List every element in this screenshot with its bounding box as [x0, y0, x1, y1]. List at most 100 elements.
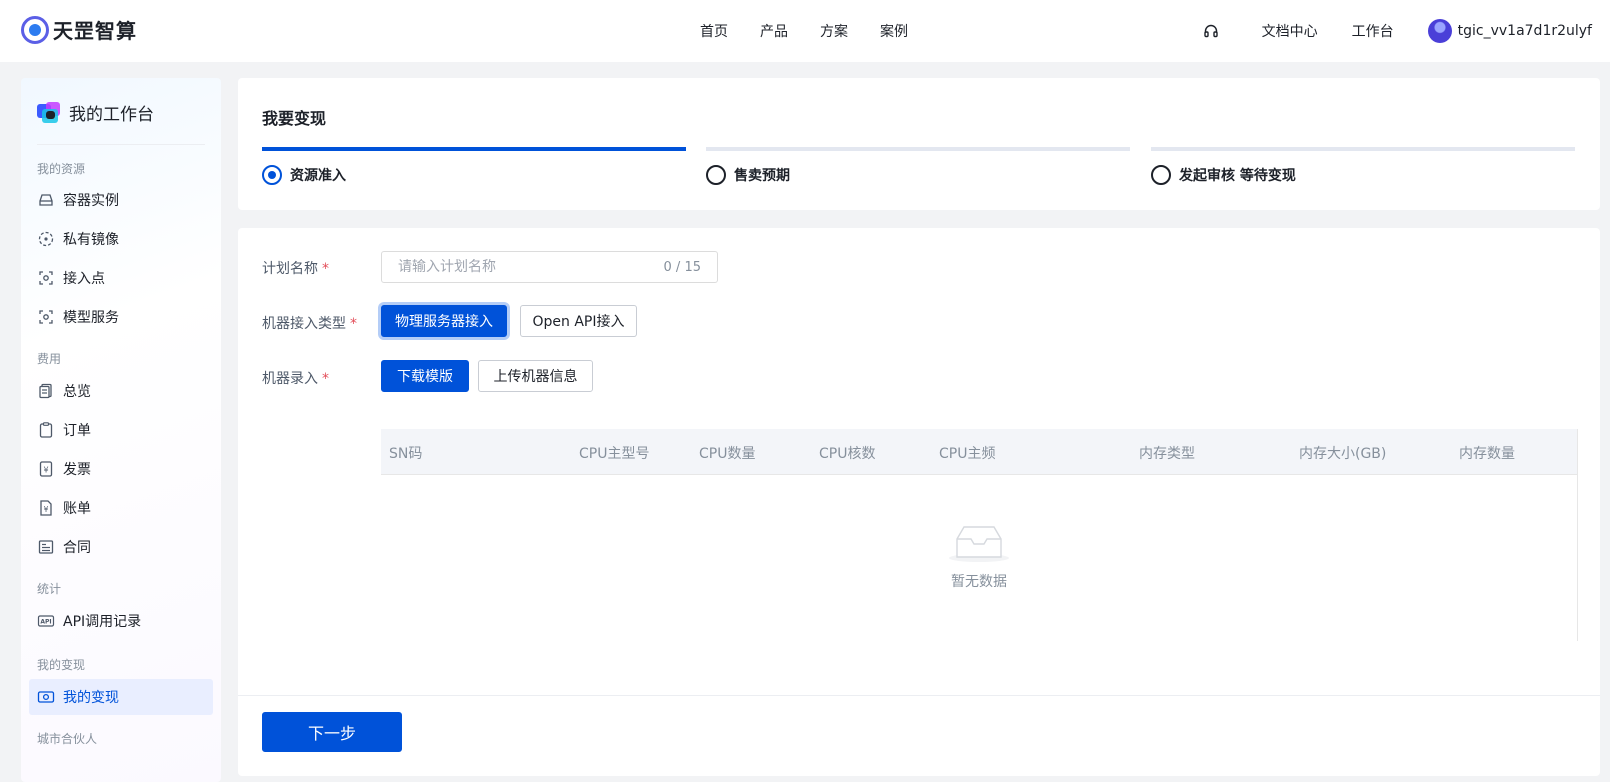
plan-name-field[interactable]: 0 / 15 — [381, 251, 718, 283]
endpoint-icon — [37, 269, 55, 287]
next-step-button[interactable]: 下一步 — [262, 712, 402, 752]
top-navbar: 天罡智算 首页 产品 方案 案例 文档中心 工作台 tgic_vv1a7d1r2… — [0, 0, 1610, 62]
sidebar-group-monetize: 我的变现 — [37, 658, 86, 672]
sidebar-item-api[interactable]: API API调用记录 — [29, 603, 213, 639]
sidebar-item-label: 私有镜像 — [63, 232, 119, 248]
col-mem-count: 内存数量 — [1459, 446, 1515, 462]
empty-state: 暂无数据 — [381, 521, 1577, 591]
inbox-icon — [949, 526, 1009, 562]
main-nav: 首页 产品 方案 案例 — [700, 0, 908, 62]
step-label: 发起审核 等待变现 — [1179, 168, 1296, 184]
sidebar-item-label: 模型服务 — [63, 310, 119, 326]
brand-logo-icon — [21, 15, 49, 44]
machine-entry-label: 机器录入 * — [262, 371, 329, 387]
plan-name-label: 计划名称 * — [262, 261, 329, 277]
headset-icon[interactable] — [1202, 22, 1220, 40]
sidebar-item-label: 合同 — [63, 540, 91, 556]
step-progress-bar — [1151, 147, 1575, 151]
col-cpu-count: CPU数量 — [699, 446, 756, 462]
upload-machine-button[interactable]: 上传机器信息 — [478, 360, 593, 392]
svg-text:API: API — [40, 619, 51, 626]
nav-products[interactable]: 产品 — [760, 21, 788, 41]
open-api-button[interactable]: Open API接入 — [520, 305, 637, 337]
step-resource-admission[interactable]: 资源准入 — [262, 147, 686, 185]
step-radio-icon — [262, 165, 282, 185]
sidebar-item-label: 总览 — [63, 384, 91, 400]
avatar[interactable] — [1427, 19, 1452, 43]
sidebar-item-order[interactable]: 订单 — [29, 412, 213, 448]
bill-icon: ¥ — [37, 499, 55, 517]
overview-icon — [37, 382, 55, 400]
physical-server-button[interactable]: 物理服务器接入 — [381, 305, 507, 337]
col-cpu-cores: CPU核数 — [819, 446, 876, 462]
col-sn: SN码 — [389, 446, 423, 462]
sidebar-item-label: API调用记录 — [63, 614, 142, 630]
step-progress-bar — [706, 147, 1130, 151]
plan-name-input[interactable] — [398, 259, 664, 275]
sidebar-item-label: 接入点 — [63, 271, 105, 287]
sidebar-header: 我的工作台 — [37, 100, 154, 125]
col-mem-type: 内存类型 — [1139, 446, 1195, 462]
username[interactable]: tgic_vv1a7d1r2ulyf — [1458, 23, 1592, 39]
sidebar-item-label: 账单 — [63, 501, 91, 517]
sidebar-item-contract[interactable]: 合同 — [29, 529, 213, 565]
char-counter: 0 / 15 — [663, 259, 701, 275]
form-card: 计划名称* 0 / 15 机器接入类型* 物理服务器接入 Open API接入 … — [238, 228, 1600, 776]
workbench-icon — [37, 101, 63, 124]
brand-logo[interactable]: 天罡智算 — [21, 15, 137, 44]
sidebar-item-bill[interactable]: ¥ 账单 — [29, 490, 213, 526]
cash-icon — [37, 688, 55, 706]
step-review[interactable]: 发起审核 等待变现 — [1151, 147, 1575, 185]
sidebar-group-partner: 城市合伙人 — [37, 732, 98, 746]
step-label: 售卖预期 — [734, 168, 790, 184]
model-icon — [37, 308, 55, 326]
step-radio-icon — [706, 165, 726, 185]
workbench-link[interactable]: 工作台 — [1352, 21, 1394, 41]
sidebar-group-stats: 统计 — [37, 582, 62, 596]
access-type-label: 机器接入类型 * — [262, 316, 357, 332]
svg-text:¥: ¥ — [44, 505, 49, 514]
col-cpu-freq: CPU主频 — [939, 446, 996, 462]
sidebar-item-model[interactable]: 模型服务 — [29, 299, 213, 335]
steps-card: 我要变现 资源准入 售卖预期 发起审核 等待变现 — [238, 78, 1600, 210]
table-header: SN码 CPU主型号 CPU数量 CPU核数 CPU主频 内存类型 内存大小(G… — [381, 429, 1577, 475]
sidebar: 我的工作台 我的资源 容器实例 私有镜像 接入点 模型服务 费用 总览 订单 ¥… — [21, 78, 221, 782]
clipboard-icon — [37, 421, 55, 439]
col-mem-size: 内存大小(GB) — [1299, 446, 1387, 462]
sidebar-item-label: 发票 — [63, 462, 91, 478]
drive-icon — [37, 191, 55, 209]
nav-solutions[interactable]: 方案 — [820, 21, 848, 41]
invoice-icon: ¥ — [37, 460, 55, 478]
col-cpu-model: CPU主型号 — [579, 446, 650, 462]
sidebar-item-overview[interactable]: 总览 — [29, 373, 213, 409]
step-label: 资源准入 — [290, 168, 346, 184]
empty-text: 暂无数据 — [951, 574, 1007, 590]
sidebar-group-billing: 费用 — [37, 352, 62, 366]
step-progress-bar — [262, 147, 686, 151]
sidebar-divider — [37, 144, 205, 145]
sidebar-group-resources: 我的资源 — [37, 162, 86, 176]
machine-table: SN码 CPU主型号 CPU数量 CPU核数 CPU主频 内存类型 内存大小(G… — [381, 429, 1578, 641]
sidebar-item-endpoint[interactable]: 接入点 — [29, 260, 213, 296]
sidebar-item-invoice[interactable]: ¥ 发票 — [29, 451, 213, 487]
sidebar-item-monetize[interactable]: 我的变现 — [29, 679, 213, 715]
page-title: 我要变现 — [262, 109, 327, 128]
footer-divider — [238, 695, 1600, 696]
step-radio-icon — [1151, 165, 1171, 185]
sidebar-item-label: 容器实例 — [63, 193, 119, 209]
image-icon — [37, 230, 55, 248]
sidebar-item-label: 订单 — [63, 423, 91, 439]
brand-name: 天罡智算 — [53, 19, 137, 43]
docs-link[interactable]: 文档中心 — [1262, 21, 1318, 41]
sidebar-item-label: 我的变现 — [63, 690, 119, 706]
sidebar-item-image[interactable]: 私有镜像 — [29, 221, 213, 257]
header-actions: 文档中心 工作台 tgic_vv1a7d1r2ulyf — [1202, 0, 1592, 62]
nav-home[interactable]: 首页 — [700, 21, 728, 41]
contract-icon — [37, 538, 55, 556]
svg-text:¥: ¥ — [43, 466, 48, 475]
nav-cases[interactable]: 案例 — [880, 21, 908, 41]
download-template-button[interactable]: 下载模版 — [381, 360, 469, 392]
sidebar-item-container[interactable]: 容器实例 — [29, 182, 213, 218]
step-sales-expectation[interactable]: 售卖预期 — [706, 147, 1130, 185]
api-icon: API — [37, 612, 55, 630]
